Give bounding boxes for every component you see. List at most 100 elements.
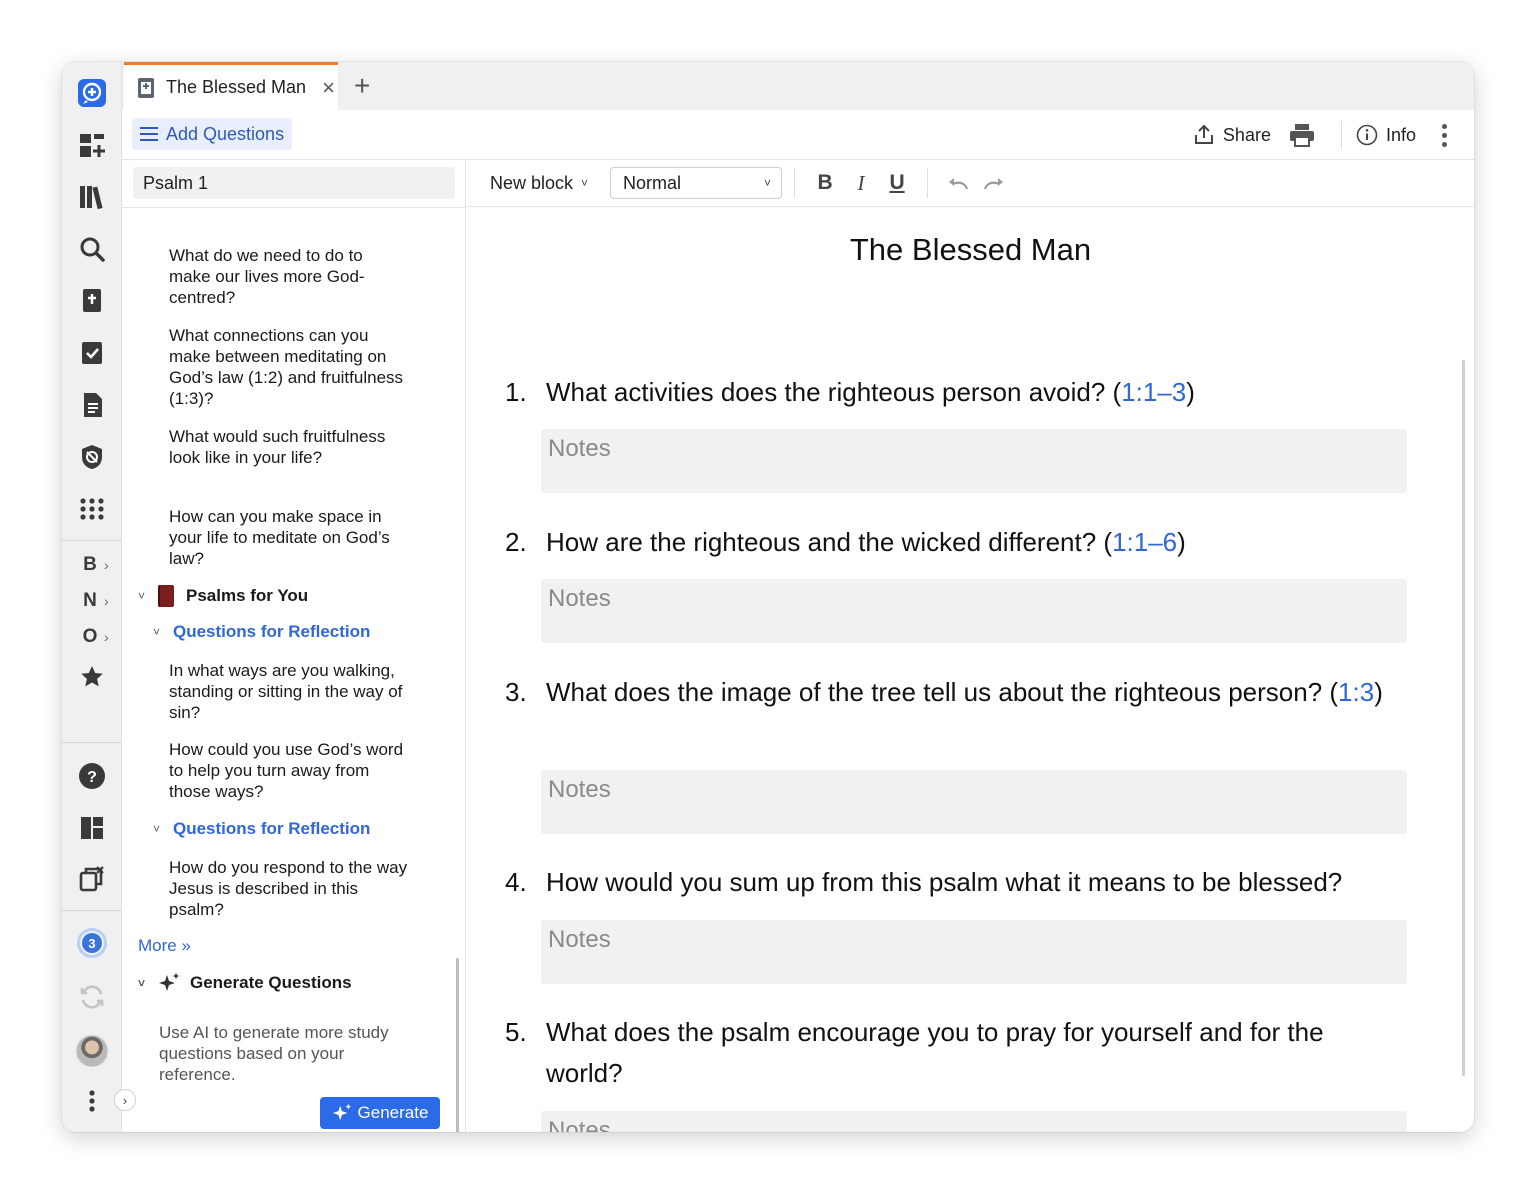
- panel-scrollbar[interactable]: [456, 958, 459, 1132]
- document-title[interactable]: The Blessed Man: [467, 232, 1474, 268]
- undo-icon: [949, 178, 969, 190]
- notes-field[interactable]: Notes: [541, 579, 1407, 643]
- app-logo-icon[interactable]: [75, 76, 109, 110]
- italic-button[interactable]: I: [843, 167, 879, 199]
- chevron-right-icon: ›: [104, 629, 109, 645]
- document-editor: New block ˅ Normal ˅ B I U The Blessed M…: [467, 160, 1474, 1132]
- share-button[interactable]: Share: [1193, 124, 1271, 146]
- book-cover-icon: [158, 585, 174, 607]
- generate-questions-header[interactable]: ˅ Generate Questions: [138, 972, 352, 994]
- chevron-right-icon: ›: [104, 593, 109, 609]
- section-questions-for-reflection[interactable]: ˅ Questions for Reflection: [153, 819, 370, 839]
- sparkle-icon: [332, 1103, 351, 1121]
- rail-shortcut-b[interactable]: B ›: [76, 552, 120, 578]
- question-1[interactable]: 1. What activities does the righteous pe…: [505, 372, 1385, 413]
- rail-divider: [62, 910, 122, 911]
- chevron-down-icon: ˅: [153, 822, 161, 836]
- library-icon[interactable]: [75, 180, 109, 214]
- question-5[interactable]: 5. What does the psalm encourage you to …: [505, 1012, 1385, 1094]
- layout-icon[interactable]: [75, 811, 109, 845]
- user-avatar[interactable]: [75, 1034, 109, 1068]
- more-options-icon[interactable]: [1434, 123, 1454, 147]
- apps-grid-icon[interactable]: [75, 492, 109, 526]
- underline-button[interactable]: U: [879, 167, 915, 199]
- question-2[interactable]: 2. How are the righteous and the wicked …: [505, 522, 1385, 563]
- toolbar-divider: [1340, 121, 1342, 149]
- notes-field[interactable]: Notes: [541, 429, 1407, 493]
- suggested-question[interactable]: How do you respond to the way Jesus is d…: [169, 857, 409, 920]
- rail-divider: [62, 540, 122, 541]
- notifications-badge[interactable]: 3: [75, 926, 109, 960]
- chevron-right-icon: ›: [104, 557, 109, 573]
- book-section-psalms-for-you[interactable]: ˅ Psalms for You: [138, 585, 308, 607]
- tab-the-blessed-man[interactable]: The Blessed Man ×: [124, 62, 338, 110]
- bible-icon[interactable]: [75, 284, 109, 318]
- paragraph-style-select[interactable]: Normal ˅: [610, 167, 783, 199]
- redo-icon: [984, 178, 1004, 190]
- chevron-down-icon: ˅: [764, 176, 772, 190]
- rail-shortcut-o[interactable]: O ›: [76, 624, 120, 650]
- questions-panel: Psalm 1 What do we need to do to make ou…: [122, 160, 466, 1132]
- question-3[interactable]: 3. What does the image of the tree tell …: [505, 672, 1385, 713]
- document-icon[interactable]: [75, 388, 109, 422]
- share-icon: [1194, 124, 1213, 144]
- notes-field[interactable]: Notes: [541, 770, 1407, 834]
- add-questions-button[interactable]: Add Questions: [132, 118, 293, 150]
- editor-scrollbar[interactable]: [1462, 360, 1465, 1076]
- info-button[interactable]: Info: [1356, 124, 1416, 146]
- study-document-icon: [138, 77, 154, 98]
- suggested-question[interactable]: In what ways are you walking, standing o…: [169, 660, 409, 723]
- app-window: B › N › O › ? 3 › The Blessed Man × + Ad…: [62, 62, 1474, 1132]
- svg-text:?: ?: [87, 769, 97, 786]
- scripture-reference-link[interactable]: 1:1–6: [1112, 527, 1177, 557]
- suggested-question[interactable]: How can you make space in your life to m…: [169, 506, 409, 569]
- notes-field[interactable]: Notes: [541, 920, 1407, 984]
- chevron-down-icon: ˅: [581, 176, 589, 190]
- suggested-question[interactable]: How could you use God’s word to help you…: [169, 739, 409, 802]
- new-tab-button[interactable]: +: [354, 70, 370, 102]
- chevron-down-icon: ˅: [138, 976, 146, 990]
- close-panels-icon[interactable]: [75, 862, 109, 896]
- info-icon: [1356, 124, 1378, 146]
- questions-list: What do we need to do to make our lives …: [122, 208, 465, 1132]
- notes-field[interactable]: Notes: [541, 1111, 1407, 1132]
- suggested-question[interactable]: What do we need to do to make our lives …: [169, 245, 409, 308]
- close-tab-icon[interactable]: ×: [322, 75, 335, 101]
- chevron-down-icon: ˅: [153, 625, 161, 639]
- redo-button[interactable]: [976, 167, 1012, 199]
- generate-button[interactable]: Generate: [320, 1097, 440, 1129]
- new-block-dropdown[interactable]: New block ˅: [490, 173, 588, 194]
- expand-rail-button[interactable]: ›: [114, 1089, 136, 1111]
- left-rail: B › N › O › ? 3: [62, 62, 122, 1132]
- format-toolbar: New block ˅ Normal ˅ B I U: [467, 160, 1474, 207]
- reference-input[interactable]: Psalm 1: [133, 167, 455, 199]
- rail-divider: [62, 742, 122, 743]
- section-questions-for-reflection[interactable]: ˅ Questions for Reflection: [153, 622, 370, 642]
- chevron-down-icon: ˅: [138, 589, 146, 603]
- tab-title: The Blessed Man: [166, 77, 307, 97]
- dashboard-add-icon[interactable]: [75, 128, 109, 162]
- sparkle-icon: [159, 973, 179, 991]
- undo-button[interactable]: [940, 167, 976, 199]
- print-button[interactable]: [1289, 123, 1323, 147]
- menu-icon: [140, 127, 158, 141]
- star-icon[interactable]: [75, 660, 109, 694]
- toolbar: Add Questions Share Info: [122, 110, 1474, 160]
- question-4[interactable]: 4. How would you sum up from this psalm …: [505, 862, 1385, 903]
- tab-bar: The Blessed Man × +: [122, 62, 1474, 110]
- print-icon: [1289, 124, 1314, 147]
- rail-shortcut-n[interactable]: N ›: [76, 588, 120, 614]
- more-vertical-icon[interactable]: [75, 1084, 109, 1118]
- sync-icon[interactable]: [75, 980, 109, 1014]
- more-link[interactable]: More »: [138, 936, 191, 956]
- generate-description: Use AI to generate more study questions …: [159, 1023, 389, 1084]
- suggested-question[interactable]: What connections can you make between me…: [169, 325, 409, 409]
- bold-button[interactable]: B: [807, 167, 843, 199]
- suggested-question[interactable]: What would such fruitfulness look like i…: [169, 426, 409, 468]
- shield-icon[interactable]: [75, 440, 109, 474]
- help-icon[interactable]: ?: [75, 759, 109, 793]
- checklist-icon[interactable]: [75, 336, 109, 370]
- scripture-reference-link[interactable]: 1:3: [1338, 677, 1374, 707]
- search-icon[interactable]: [75, 232, 109, 266]
- scripture-reference-link[interactable]: 1:1–3: [1121, 377, 1186, 407]
